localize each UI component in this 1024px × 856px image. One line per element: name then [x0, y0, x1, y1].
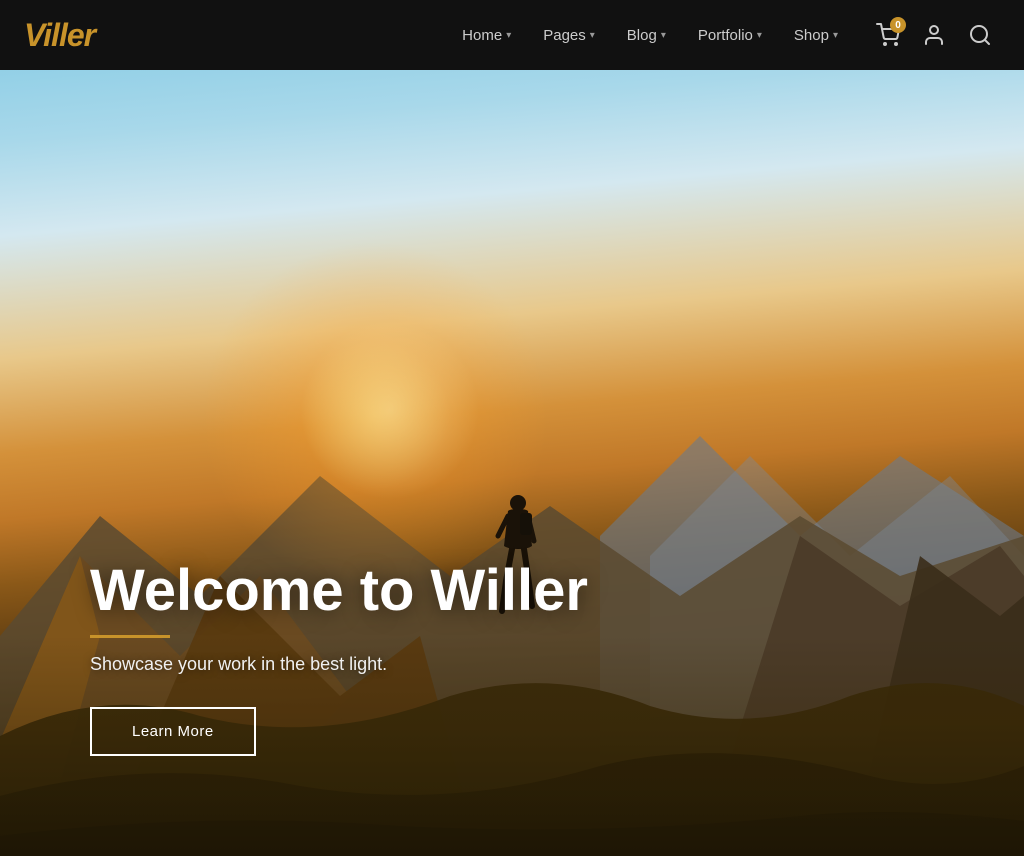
hero-divider	[90, 635, 170, 638]
site-logo[interactable]: Viller	[24, 17, 95, 54]
nav-icons: 0	[868, 15, 1000, 55]
nav-label-pages: Pages	[543, 27, 586, 44]
chevron-down-icon: ▾	[506, 30, 511, 41]
chevron-down-icon: ▾	[590, 30, 595, 41]
logo-text: Viller	[24, 17, 95, 53]
hero-subtitle: Showcase your work in the best light.	[90, 654, 588, 675]
nav-item-pages[interactable]: Pages ▾	[529, 19, 609, 52]
nav-link-blog[interactable]: Blog ▾	[613, 19, 680, 52]
nav-link-shop[interactable]: Shop ▾	[780, 19, 852, 52]
nav-link-pages[interactable]: Pages ▾	[529, 19, 609, 52]
chevron-down-icon: ▾	[833, 30, 838, 41]
nav-label-home: Home	[462, 27, 502, 44]
logo-highlight: e	[67, 17, 84, 53]
chevron-down-icon: ▾	[661, 30, 666, 41]
nav-link-home[interactable]: Home ▾	[448, 19, 525, 52]
nav-label-portfolio: Portfolio	[698, 27, 753, 44]
cart-button[interactable]: 0	[868, 15, 908, 55]
hero-title: Welcome to Willer	[90, 559, 588, 623]
chevron-down-icon: ▾	[757, 30, 762, 41]
learn-more-button[interactable]: Learn More	[90, 707, 256, 756]
nav-item-shop[interactable]: Shop ▾	[780, 19, 852, 52]
nav-item-home[interactable]: Home ▾	[448, 19, 525, 52]
nav-item-portfolio[interactable]: Portfolio ▾	[684, 19, 776, 52]
hero-content: Welcome to Willer Showcase your work in …	[90, 559, 588, 756]
nav-label-shop: Shop	[794, 27, 829, 44]
account-icon	[922, 23, 946, 47]
hero-section: Viller Home ▾ Pages ▾ Blog ▾	[0, 0, 1024, 856]
nav-links: Home ▾ Pages ▾ Blog ▾ Portfolio ▾	[448, 19, 852, 52]
nav-link-portfolio[interactable]: Portfolio ▾	[684, 19, 776, 52]
navbar: Viller Home ▾ Pages ▾ Blog ▾	[0, 0, 1024, 70]
search-icon	[968, 23, 992, 47]
nav-label-blog: Blog	[627, 27, 657, 44]
cart-count: 0	[890, 17, 906, 33]
nav-item-blog[interactable]: Blog ▾	[613, 19, 680, 52]
search-button[interactable]	[960, 15, 1000, 55]
account-button[interactable]	[914, 15, 954, 55]
